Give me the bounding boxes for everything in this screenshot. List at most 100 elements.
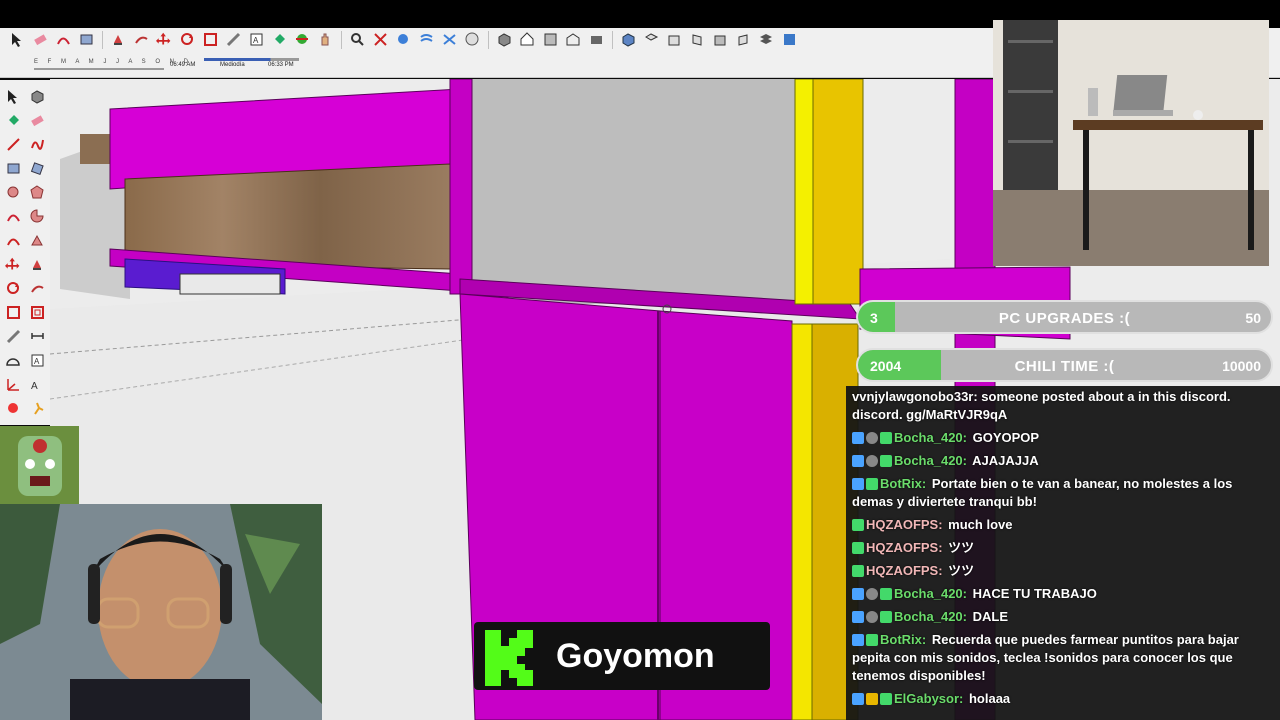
green-badge-icon bbox=[852, 542, 864, 554]
offset-icon[interactable] bbox=[27, 302, 47, 322]
goal-label: PC UPGRADES :( bbox=[998, 310, 1131, 327]
iso-view-icon[interactable] bbox=[619, 30, 638, 49]
chat-username[interactable]: BotRix: bbox=[880, 476, 926, 491]
axes-icon[interactable] bbox=[3, 374, 23, 394]
house-icon[interactable] bbox=[518, 30, 537, 49]
chat-text: DALE bbox=[968, 609, 1008, 624]
chat-message-list: vvnjylawgonobo33r: someone posted about … bbox=[846, 386, 1280, 711]
warehouse-icon[interactable] bbox=[564, 30, 583, 49]
top-view-icon[interactable] bbox=[642, 30, 661, 49]
select-icon[interactable] bbox=[3, 86, 23, 106]
freehand-icon[interactable] bbox=[27, 134, 47, 154]
line-icon[interactable] bbox=[3, 134, 23, 154]
scale-icon[interactable] bbox=[3, 302, 23, 322]
chat-username[interactable]: Bocha_420: bbox=[894, 430, 967, 445]
protractor-icon[interactable] bbox=[3, 350, 23, 370]
push-pull-icon[interactable] bbox=[109, 30, 128, 49]
layers-icon[interactable] bbox=[757, 30, 776, 49]
scenes-icon[interactable] bbox=[780, 30, 799, 49]
channel-avatar bbox=[0, 426, 79, 504]
3d-text-icon[interactable]: A bbox=[27, 374, 47, 394]
rectangle-icon[interactable] bbox=[3, 158, 23, 178]
move-icon[interactable] bbox=[155, 30, 174, 49]
chat-message: ElGabysor: holaaa bbox=[846, 688, 1280, 711]
chat-message: HQZAOFPS: much love bbox=[846, 514, 1280, 537]
walk-icon[interactable] bbox=[27, 398, 47, 418]
chat-username[interactable]: Bocha_420: bbox=[894, 586, 967, 601]
tape-measure-icon[interactable] bbox=[224, 30, 243, 49]
left-view-icon[interactable] bbox=[734, 30, 753, 49]
paint-bucket-icon[interactable] bbox=[3, 110, 23, 130]
svg-text:A: A bbox=[34, 357, 40, 366]
pan-icon[interactable] bbox=[316, 30, 335, 49]
styles-icon[interactable] bbox=[463, 30, 482, 49]
components-icon[interactable] bbox=[27, 86, 47, 106]
extension-icon[interactable] bbox=[587, 30, 606, 49]
text-icon[interactable]: A bbox=[247, 30, 266, 49]
chat-username[interactable]: BotRix: bbox=[880, 632, 926, 647]
chat-username[interactable]: Bocha_420: bbox=[894, 453, 967, 468]
svg-text:A: A bbox=[31, 381, 38, 392]
section-plane-icon[interactable] bbox=[417, 30, 436, 49]
yellow-post-top bbox=[794, 79, 814, 305]
right-view-icon[interactable] bbox=[688, 30, 707, 49]
date-slider[interactable] bbox=[34, 68, 164, 70]
chat-username[interactable]: Bocha_420: bbox=[894, 609, 967, 624]
components-icon[interactable] bbox=[495, 30, 514, 49]
follow-me-icon[interactable] bbox=[27, 278, 47, 298]
circle-icon[interactable] bbox=[3, 182, 23, 202]
stream-chat: vvnjylawgonobo33r: someone posted about … bbox=[846, 386, 1280, 720]
gray-badge-icon bbox=[866, 588, 878, 600]
rotated-rectangle-icon[interactable] bbox=[27, 158, 47, 178]
chat-username[interactable]: ElGabysor: bbox=[894, 691, 963, 706]
chat-username[interactable]: HQZAOFPS: bbox=[866, 563, 943, 578]
rectangle-icon[interactable] bbox=[77, 30, 96, 49]
eraser-icon[interactable] bbox=[27, 110, 47, 130]
text-icon[interactable]: A bbox=[27, 350, 47, 370]
svg-text:A: A bbox=[253, 36, 259, 45]
previous-view-icon[interactable] bbox=[394, 30, 413, 49]
orbit-icon[interactable] bbox=[293, 30, 312, 49]
chat-text: holaaa bbox=[965, 691, 1011, 706]
goal-pc-upgrades: 3 PC UPGRADES :( 50 bbox=[856, 300, 1273, 334]
chat-message: Bocha_420: HACE TU TRABAJO bbox=[846, 583, 1280, 606]
move-icon[interactable] bbox=[3, 254, 23, 274]
chat-message: BotRix: Recuerda que puedes farmear punt… bbox=[846, 629, 1280, 688]
pie-icon[interactable] bbox=[27, 206, 47, 226]
tape-measure-icon[interactable] bbox=[3, 326, 23, 346]
arc-icon[interactable] bbox=[3, 206, 23, 226]
materials-icon[interactable] bbox=[541, 30, 560, 49]
scale-icon[interactable] bbox=[201, 30, 220, 49]
pie3-icon[interactable] bbox=[27, 230, 47, 250]
goal-label: CHILI TIME :( bbox=[1014, 358, 1115, 375]
dimension-icon[interactable] bbox=[27, 326, 47, 346]
follow-me-icon[interactable] bbox=[132, 30, 151, 49]
chat-text: vvnjylawgonobo33r: someone posted about … bbox=[852, 389, 1231, 422]
chat-message: vvnjylawgonobo33r: someone posted about … bbox=[846, 386, 1280, 427]
time-slider[interactable] bbox=[204, 58, 299, 61]
chat-username[interactable]: HQZAOFPS: bbox=[866, 517, 943, 532]
section-icon[interactable] bbox=[3, 398, 23, 418]
back-view-icon[interactable] bbox=[711, 30, 730, 49]
arc-icon[interactable] bbox=[54, 30, 73, 49]
blue-badge-icon bbox=[852, 432, 864, 444]
front-view-icon[interactable] bbox=[665, 30, 684, 49]
chat-message: Bocha_420: AJAJAJJA bbox=[846, 450, 1280, 473]
rotate-icon[interactable] bbox=[3, 278, 23, 298]
toolbar-row: A bbox=[8, 30, 799, 49]
paint-bucket-icon[interactable] bbox=[270, 30, 289, 49]
eraser-icon[interactable] bbox=[31, 30, 50, 49]
xray-icon[interactable] bbox=[440, 30, 459, 49]
polygon-icon[interactable] bbox=[27, 182, 47, 202]
select-icon[interactable] bbox=[8, 30, 27, 49]
rotate-icon[interactable] bbox=[178, 30, 197, 49]
chat-username[interactable]: HQZAOFPS: bbox=[866, 540, 943, 555]
arc3-icon[interactable] bbox=[3, 230, 23, 250]
push-pull-icon[interactable] bbox=[27, 254, 47, 274]
shadow-time-end: 06:33 PM bbox=[268, 62, 294, 68]
chat-message: Bocha_420: DALE bbox=[846, 606, 1280, 629]
toolbar-separator bbox=[488, 30, 489, 49]
zoom-icon[interactable] bbox=[348, 30, 367, 49]
zoom-extents-icon[interactable] bbox=[371, 30, 390, 49]
shadow-months: E F M A M J J A S O N D bbox=[34, 59, 193, 65]
